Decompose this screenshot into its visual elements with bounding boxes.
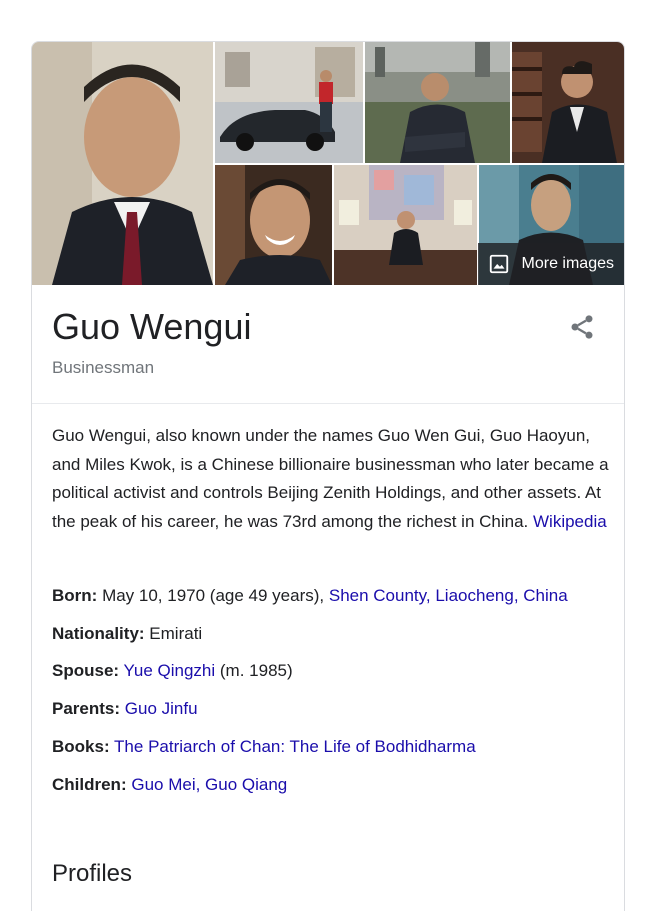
fact-parents: Parents: Guo Jinfu [52,695,612,724]
fact-nationality: Nationality: Emirati [52,620,612,649]
parent-link[interactable]: Guo Jinfu [125,699,198,718]
fact-value: (m. 1985) [215,661,293,681]
child-link[interactable]: Guo Qiang [205,775,287,794]
birthplace-country-link[interactable]: China [523,586,567,605]
fact-label: Nationality: [52,623,145,643]
child-link[interactable]: Guo Mei [131,775,195,794]
knowledge-panel: More images Guo Wengui Businessman Guo W… [31,41,625,911]
fact-label: Children: [52,774,127,794]
facts-list: Born: May 10, 1970 (age 49 years), Shen … [52,582,612,799]
birthplace-city-link[interactable]: Liaocheng [435,586,513,605]
child-separator: , [195,774,206,794]
fact-value: May 10, 1970 (age 49 years), [102,586,329,605]
entity-title: Guo Wengui [52,306,252,347]
share-button[interactable] [568,313,596,341]
fact-label: Spouse: [52,661,120,681]
wikipedia-link[interactable]: Wikipedia [533,512,607,531]
gallery-image-rooftop[interactable] [365,42,510,163]
fact-children: Children: Guo Mei, Guo Qiang [52,771,612,800]
fact-label: Books: [52,736,110,756]
birthplace-separator: , [425,586,436,605]
book-link[interactable]: The Patriarch of Chan: The Life of Bodhi… [114,737,476,756]
fact-spouse: Spouse: Yue Qingzhi (m. 1985) [52,657,612,686]
gallery-image-office[interactable] [334,165,477,285]
image-icon [489,254,508,274]
gallery-image-portrait[interactable] [32,42,213,285]
spouse-link[interactable]: Yue Qingzhi [123,661,215,680]
fact-label: Parents: [52,699,121,719]
share-icon [571,315,593,339]
fact-books: Books: The Patriarch of Chan: The Life o… [52,733,612,762]
entity-subtitle: Businessman [52,358,155,377]
fact-born: Born: May 10, 1970 (age 49 years), Shen … [52,582,612,611]
fact-label: Born: [52,586,98,605]
fact-value: Emirati [149,623,203,643]
image-gallery: More images [32,42,624,285]
entity-description: Guo Wengui, also known under the names G… [52,422,612,537]
more-images-label: More images [521,255,614,272]
description-text: Guo Wengui, also known under the names G… [52,426,609,532]
profiles-heading: Profiles [52,860,133,887]
entity-header: Guo Wengui Businessman [32,285,624,404]
birthplace-separator: , [513,586,524,605]
gallery-image-car[interactable] [215,42,363,163]
birthplace-county-link[interactable]: Shen County [329,586,426,605]
gallery-image-library[interactable] [512,42,624,163]
gallery-image-smiling[interactable] [215,165,332,285]
more-images-button[interactable]: More images [477,243,624,285]
